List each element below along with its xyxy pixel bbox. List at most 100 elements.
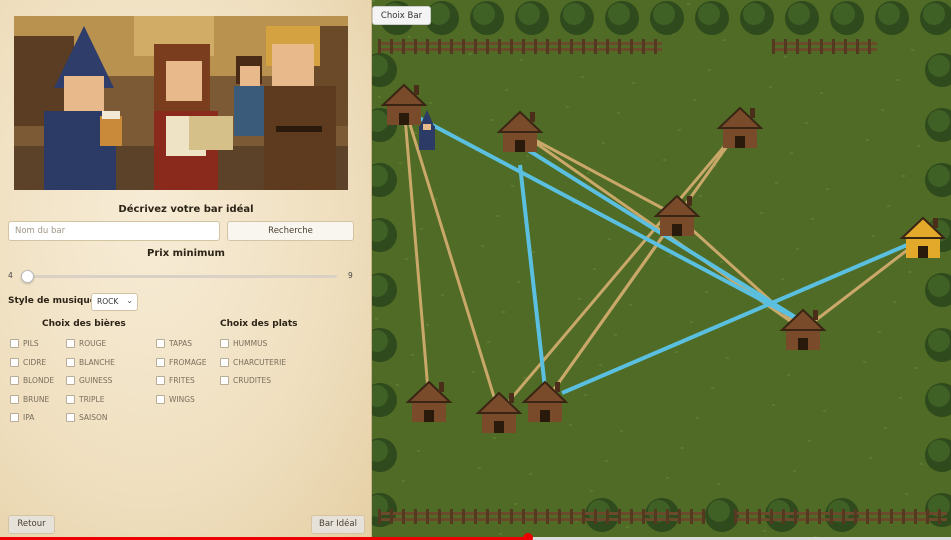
fence-post [832,39,835,54]
checkbox-box[interactable] [10,357,19,367]
grass-tuft [532,251,535,253]
checkbox-box[interactable] [66,339,75,348]
fence-post [390,39,393,54]
grass-tuft [820,92,823,94]
checkbox-box[interactable] [156,376,165,385]
bar-g-chimney [509,393,514,403]
grass-tuft [523,377,526,379]
checkbox-pils[interactable]: PILS [10,339,39,348]
fence-post [378,39,381,54]
fence-post [522,39,525,54]
grass-tuft [499,533,502,535]
grass-tuft [911,49,914,51]
checkbox-fromage[interactable]: FROMAGE [156,357,206,367]
fence-post [546,509,549,524]
checkbox-tapas[interactable]: TAPAS [156,339,192,348]
fence-post [438,509,441,524]
checkbox-label: WINGS [169,394,195,404]
tree [833,3,855,25]
dishes-title: Choix des plats [220,319,298,329]
checkbox-hummus[interactable]: HUMMUS [220,339,267,348]
checkbox-box[interactable] [220,339,229,348]
price-slider-track[interactable] [24,275,337,278]
checkbox-triple[interactable]: TRIPLE [66,394,104,404]
checkbox-box[interactable] [220,376,229,385]
bar-d-door [672,224,682,236]
checkbox-box[interactable] [10,394,19,404]
grass-tuft [496,215,499,217]
video-progress-handle[interactable] [522,533,533,540]
grass-tuft [617,112,620,114]
checkbox-label: TAPAS [169,339,193,348]
checkbox-rouge[interactable]: ROUGE [66,339,106,348]
checkbox-box[interactable] [10,376,19,385]
fence-post [546,39,549,54]
bar-h-chimney [555,382,560,392]
checkbox-brune[interactable]: BRUNE [10,394,49,404]
grass-tuft [375,318,378,320]
tree [608,3,630,25]
price-slider-thumb[interactable] [21,270,34,283]
grass-tuft [505,89,508,91]
checkbox-ipa[interactable]: IPA [10,413,34,422]
tree [563,3,585,25]
fence-post [678,509,681,524]
checkbox-box[interactable] [66,376,75,385]
checkbox-crudites[interactable]: CRUDITES [220,376,271,385]
checkbox-charcuterie[interactable]: CHARCUTERIE [220,357,286,367]
checkbox-guiness[interactable]: GUINESS [66,376,112,385]
tree [928,55,950,77]
checkbox-saison[interactable]: SAISON [66,413,108,422]
music-style-select[interactable]: ROCK ⌄ [91,293,138,311]
grass-tuft [826,188,829,190]
fence-post [570,39,573,54]
checkbox-box[interactable] [10,413,19,422]
fence-post [854,509,857,524]
bar-f-door [424,410,434,422]
checkbox-label: BLONDE [23,376,55,385]
fence-post [558,39,561,54]
bar-name-input[interactable] [8,221,220,241]
checkbox-label: ROUGE [79,339,107,348]
grass-tuft [472,371,475,373]
fence-post [866,509,869,524]
grass-tuft [566,106,569,108]
checkbox-blanche[interactable]: BLANCHE [66,357,115,367]
fence-post [462,509,465,524]
checkbox-blonde[interactable]: BLONDE [10,376,54,385]
grass-tuft [687,3,690,5]
fence-post [820,39,823,54]
grass-tuft [763,530,766,532]
search-panel: Décrivez votre bar idéal Recherche Prix … [0,0,372,540]
checkbox-box[interactable] [66,357,75,367]
checkbox-box[interactable] [10,339,19,348]
back-button[interactable]: Retour [8,515,55,534]
checkbox-box[interactable] [66,413,75,422]
checkbox-frites[interactable]: FRITES [156,376,195,385]
grass-tuft [487,341,490,343]
checkbox-box[interactable] [156,339,165,348]
grass-tuft [790,152,793,154]
checkbox-box[interactable] [156,394,165,404]
fence-post [474,509,477,524]
fence-post [510,509,513,524]
checkbox-label: GUINESS [79,376,113,385]
checkbox-wings[interactable]: WINGS [156,394,195,404]
grass-tuft [723,39,726,41]
grass-tuft [805,122,808,124]
tree [928,275,950,297]
checkbox-cidre[interactable]: CIDRE [10,357,46,367]
grass-tuft [402,480,405,482]
checkbox-box[interactable] [66,394,75,404]
fence-post [510,39,513,54]
ideal-bar-button[interactable]: Bar Idéal [311,515,365,534]
checkbox-box[interactable] [220,357,229,367]
player-character [423,124,431,130]
checkbox-box[interactable] [156,357,165,367]
price-title: Prix minimum [147,248,225,259]
grass-tuft [411,354,414,356]
map-tab-choix-bar[interactable]: Choix Bar [372,6,431,25]
bar-map[interactable] [372,0,951,540]
grass-tuft [766,308,769,310]
search-button[interactable]: Recherche [227,221,354,241]
